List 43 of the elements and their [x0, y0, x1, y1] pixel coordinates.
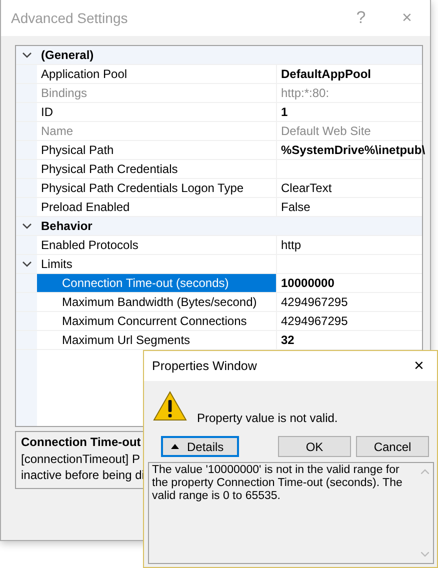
property-name[interactable]: Limits	[37, 255, 277, 273]
window-title: Advanced Settings	[11, 10, 129, 26]
warning-icon	[153, 391, 187, 421]
property-value[interactable]: 1	[281, 105, 288, 119]
chevron-icon[interactable]	[22, 260, 32, 268]
property-value[interactable]: 32	[281, 333, 294, 347]
property-name[interactable]: Maximum Concurrent Connections	[37, 312, 277, 330]
property-value[interactable]: 4294967295	[281, 295, 348, 309]
description-text: [connectionTimeout] P	[21, 451, 140, 467]
dialog-button[interactable]: OK	[278, 436, 351, 457]
property-name[interactable]: Connection Time-out (seconds)	[37, 274, 277, 292]
category-title: Behavior	[40, 218, 92, 235]
error-message: Property value is not valid.	[197, 411, 338, 425]
description-title: Connection Time-out	[21, 434, 141, 451]
chevron-icon[interactable]	[22, 51, 32, 59]
property-name[interactable]: Maximum Bandwidth (Bytes/second)	[37, 293, 277, 311]
property-name[interactable]: Name	[37, 122, 277, 140]
property-value[interactable]: ClearText	[281, 181, 332, 195]
chevron-icon[interactable]	[22, 222, 32, 230]
property-name[interactable]: Application Pool	[37, 65, 277, 83]
property-name[interactable]: Physical Path Credentials Logon Type	[37, 179, 277, 197]
property-name[interactable]: Preload Enabled	[37, 198, 277, 216]
dialog-title: Properties Window	[152, 359, 258, 373]
property-name[interactable]: Physical Path	[37, 141, 277, 159]
property-name[interactable]: ID	[37, 103, 277, 121]
property-value[interactable]: DefaultAppPool	[281, 67, 371, 81]
triangle-up-icon	[171, 444, 179, 449]
dialog-button[interactable]: Cancel	[356, 436, 429, 457]
property-name[interactable]: Physical Path Credentials	[37, 160, 277, 178]
close-button[interactable]: ×	[401, 351, 437, 381]
property-value[interactable]: http	[281, 238, 302, 252]
property-value[interactable]: Default Web Site	[281, 124, 371, 138]
category-title: (General)	[40, 47, 94, 64]
property-value[interactable]: %SystemDrive%\inetpub\	[281, 143, 426, 157]
property-value[interactable]: 10000000	[281, 276, 334, 290]
details-button[interactable]: Details	[161, 436, 239, 457]
details-field[interactable]: The value '10000000' is not in the valid range for the property Connection Time-out (seconds). The valid range is 0 to 65535.	[148, 462, 434, 564]
property-value[interactable]: False	[281, 200, 310, 214]
property-name[interactable]: Bindings	[37, 84, 277, 102]
property-name[interactable]: Maximum Url Segments	[37, 331, 277, 349]
property-name[interactable]: Enabled Protocols	[37, 236, 277, 254]
property-value[interactable]: 4294967295	[281, 314, 348, 328]
property-value[interactable]: http:*:80:	[281, 86, 330, 100]
